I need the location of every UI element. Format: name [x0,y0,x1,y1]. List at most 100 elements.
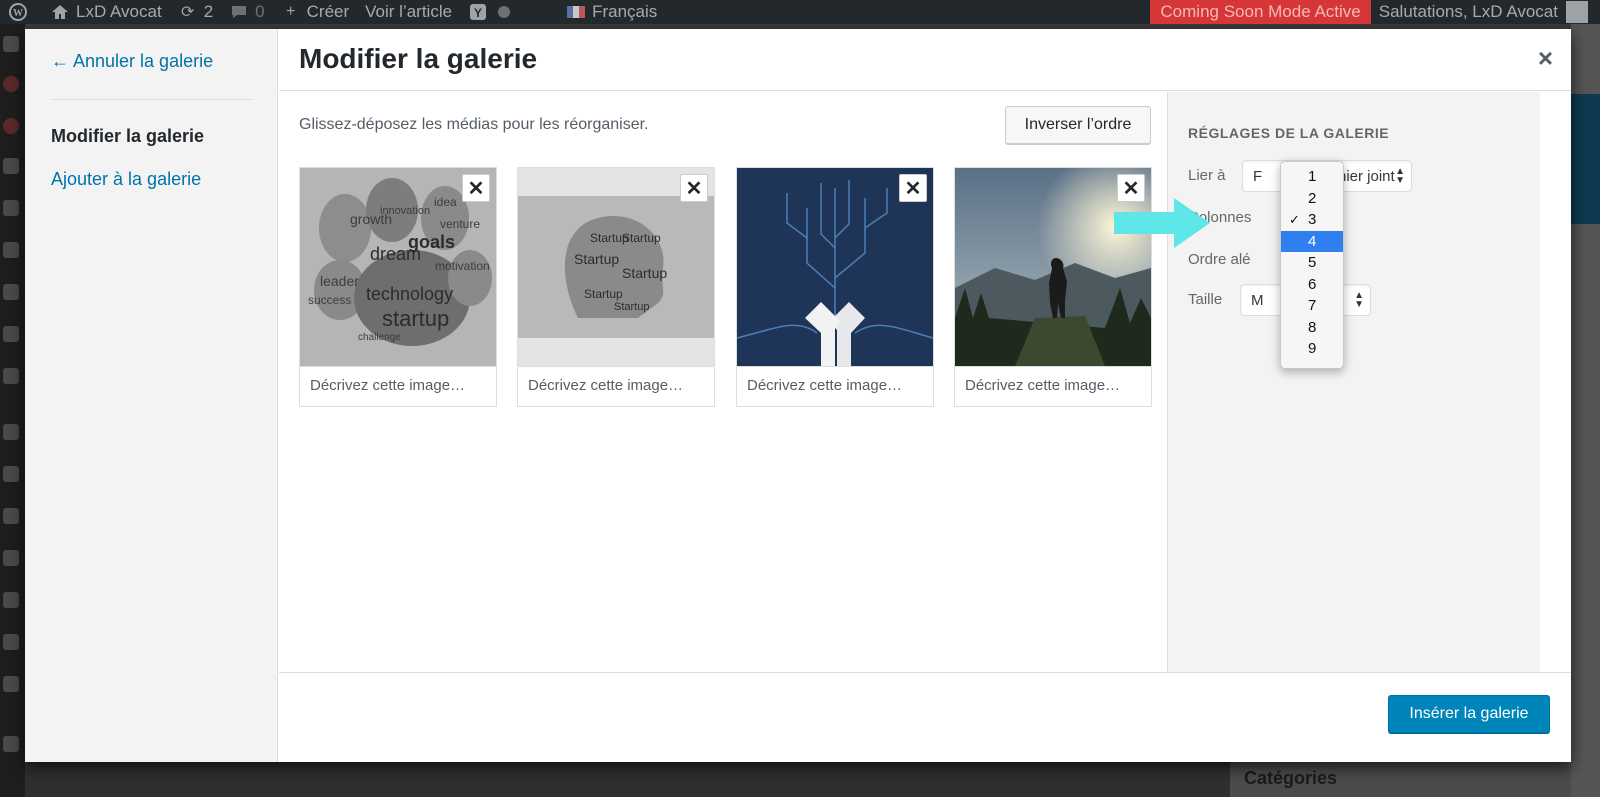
option-label: 6 [1308,275,1317,293]
comments-link[interactable]: 0 [221,0,272,24]
remove-attachment-button[interactable]: ✕ [462,174,490,202]
greeting: Salutations, LxD Avocat [1378,2,1558,21]
svg-text:motivation: motivation [435,259,490,273]
menu-appearance-icon [3,368,19,384]
french-flag-icon [566,2,586,22]
close-icon: ✕ [685,177,703,200]
column-option[interactable]: 8 [1281,317,1343,339]
gallery-attachment[interactable]: ✕ Décrivez cette image… [736,167,934,407]
remove-attachment-button[interactable]: ✕ [899,174,927,202]
view-post-link[interactable]: Voir l’article [357,0,460,24]
menu-plugins-icon [3,466,19,482]
editor-backdrop-accent [1571,94,1600,224]
refresh-icon: ⟳ [180,4,195,21]
modal-toolbar: Insérer la galerie [279,672,1571,762]
caption-field[interactable]: Décrivez cette image… [518,366,714,406]
wordpress-logo[interactable]: W [0,0,42,24]
menu-yoast-icon [3,676,19,692]
admin-bar: W LxD Avocat ⟳ 2 0 + Créer Voir l’articl… [0,0,1600,24]
coming-soon-badge[interactable]: Coming Soon Mode Active [1150,0,1371,24]
svg-text:technology: technology [366,284,453,304]
wordpress-icon: W [8,2,28,22]
svg-text:Startup: Startup [574,251,619,267]
view-post-label: Voir l’article [365,2,453,21]
checkmark-icon: ✓ [1289,212,1300,227]
status-dot-icon [494,2,514,22]
select-arrows-icon: ▲ ▼ [1395,166,1405,186]
language-switcher[interactable]: Français [558,0,665,24]
yoast-menu[interactable]: Y [460,0,528,24]
annotation-arrow [1114,198,1210,253]
columns-dropdown[interactable]: 1 2 ✓ 3 4 5 6 7 8 9 [1280,161,1344,369]
svg-text:Startup: Startup [584,287,623,301]
svg-text:startup: startup [382,306,449,331]
insert-gallery-button[interactable]: Insérer la galerie [1388,695,1550,733]
new-content-link[interactable]: + Créer [273,0,358,24]
column-option[interactable]: 1 [1281,166,1343,188]
media-menu: ← Annuler la galerie Modifier la galerie… [25,29,278,762]
column-option-highlighted[interactable]: 4 [1281,230,1343,252]
caption-field[interactable]: Décrivez cette image… [737,366,933,406]
menu-media-icon [3,158,19,174]
page-title: Modifier la galerie [299,43,538,74]
svg-text:Startup: Startup [614,301,649,313]
menu-plugin-icon [3,76,19,92]
close-icon: × [1537,43,1553,73]
close-modal-button[interactable]: × [1538,43,1553,74]
svg-text:innovation: innovation [380,205,430,217]
site-name: LxD Avocat [76,2,162,21]
menu-pages-icon [3,242,19,258]
option-label: 4 [1308,232,1317,250]
column-option[interactable]: 2 [1281,188,1343,210]
avatar [1566,1,1588,23]
close-icon: ✕ [904,177,922,200]
option-label: 2 [1308,189,1317,207]
option-label: 9 [1308,340,1317,357]
menu-pin-icon-2 [3,200,19,216]
menu-stats-icon [3,634,19,650]
comments-count: 0 [255,2,265,21]
option-label: 5 [1308,254,1317,271]
gallery-attachment[interactable]: Startup Startup Startup Startup Startup … [517,167,715,407]
coming-soon-label: Coming Soon Mode Active [1160,2,1361,21]
gallery-attachment[interactable]: growth dream goals idea venture innovati… [299,167,497,407]
editor-backdrop-bottom: Catégories [25,762,1571,797]
site-name-link[interactable]: LxD Avocat [42,0,170,24]
reverse-order-button[interactable]: Inverser l’ordre [1005,106,1151,144]
menu-users-icon [3,508,19,524]
svg-text:leader: leader [320,273,359,289]
option-label: 8 [1308,318,1317,336]
link-to-value-prefix: F [1253,167,1263,185]
menu-collapse-icon [3,736,19,752]
reorder-hint: Glissez-déposez les médias pour les réor… [299,116,649,133]
language-label: Français [592,2,658,21]
comment-icon [229,2,249,22]
menu-item-add-to-gallery[interactable]: Ajouter à la galerie [51,169,201,190]
svg-text:W: W [13,8,23,19]
svg-text:venture: venture [440,217,480,231]
column-option[interactable]: 7 [1281,295,1343,317]
admin-menu-backdrop [0,24,25,797]
yoast-icon: Y [468,2,488,22]
select-arrows-icon: ▲ ▼ [1354,290,1364,310]
svg-text:idea: idea [434,195,457,209]
svg-text:success: success [308,293,351,307]
updates-link[interactable]: ⟳ 2 [170,0,221,24]
svg-text:Startup: Startup [622,265,667,281]
column-option[interactable]: 5 [1281,252,1343,274]
svg-text:Startup: Startup [622,231,661,245]
cancel-gallery-link[interactable]: ← Annuler la galerie [51,51,213,72]
column-option[interactable]: 6 [1281,274,1343,296]
remove-attachment-button[interactable]: ✕ [680,174,708,202]
editor-backdrop-right [1571,24,1600,797]
column-option-selected[interactable]: ✓ 3 [1281,209,1343,231]
menu-item-edit-gallery[interactable]: Modifier la galerie [51,126,204,147]
gallery-settings-heading: RÉGLAGES DE LA GALERIE [1188,125,1390,141]
svg-text:Y: Y [474,6,482,20]
updates-count: 2 [203,2,214,21]
account-menu[interactable]: Salutations, LxD Avocat [1371,0,1600,24]
column-option[interactable]: 9 [1281,338,1343,360]
link-to-label: Lier à [1188,167,1226,184]
caption-field[interactable]: Décrivez cette image… [300,366,496,406]
caption-field[interactable]: Décrivez cette image… [955,366,1151,406]
